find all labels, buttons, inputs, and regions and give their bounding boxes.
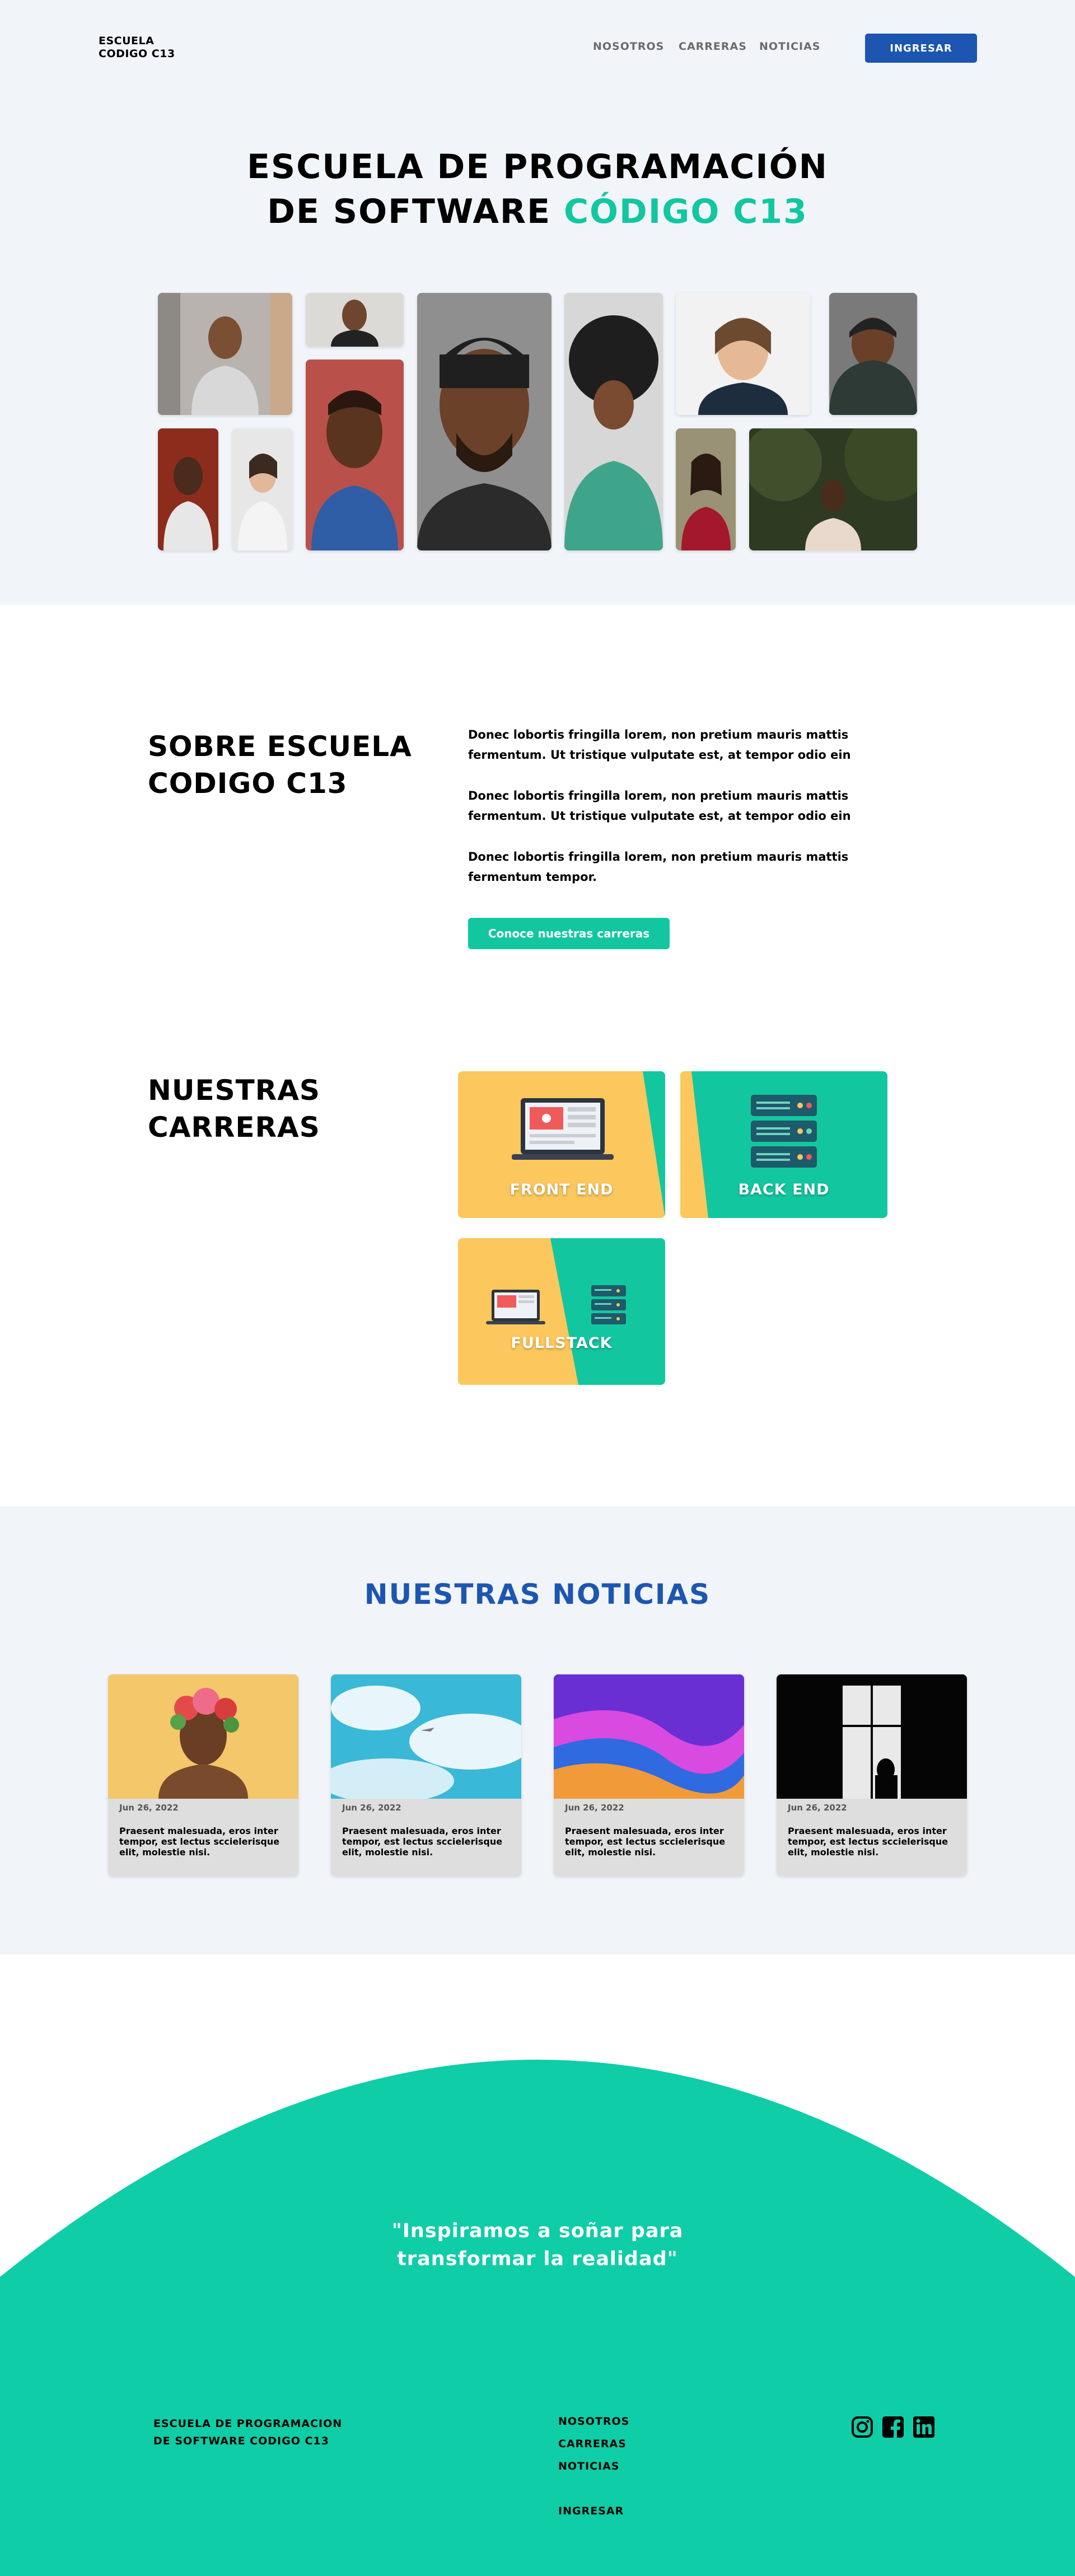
career-label-frontend: FRONT END <box>510 1181 614 1198</box>
news-excerpt: Praesent malesuada, eros inter tempor, e… <box>342 1826 503 1858</box>
about-paragraph: Donec lobortis fringilla lorem, non pret… <box>468 728 851 762</box>
news-date: Jun 26, 2022 <box>788 1803 847 1813</box>
portrait-photo <box>306 360 404 550</box>
about-title-line-2: CODIGO C13 <box>148 767 348 800</box>
portrait-photo <box>232 428 292 550</box>
careers-title: NUESTRAS CARRERAS <box>148 1072 320 1146</box>
news-image <box>777 1674 967 1799</box>
about-paragraph: Donec lobortis fringilla lorem, non pret… <box>468 850 849 884</box>
footer-link-noticias[interactable]: NOTICIAS <box>558 2460 620 2472</box>
portrait-photo <box>829 293 917 415</box>
brand-line-2: CODIGO C13 <box>99 48 175 60</box>
hero-title-line-1: ESCUELA DE PROGRAMACIÓN <box>247 147 828 186</box>
portrait-photo <box>749 428 917 550</box>
hero-title: ESCUELA DE PROGRAMACIÓN DE SOFTWARE CÓDI… <box>0 144 1075 234</box>
footer-link-carreras[interactable]: CARRERAS <box>558 2438 627 2450</box>
laptop-icon <box>512 1098 614 1160</box>
server-icon <box>751 1095 817 1168</box>
career-card-fullstack[interactable]: FULLSTACK <box>458 1238 665 1385</box>
portrait-photo <box>158 293 292 415</box>
news-image <box>554 1674 744 1799</box>
news-image <box>108 1674 298 1799</box>
portrait-photo <box>417 293 551 550</box>
hero-section: ESCUELA CODIGO C13 NOSOTROS CARRERAS NOT… <box>0 0 1075 605</box>
career-label-fullstack: FULLSTACK <box>511 1334 613 1352</box>
about-paragraph: Donec lobortis fringilla lorem, non pret… <box>468 789 851 823</box>
nav-carreras[interactable]: CARRERAS <box>679 40 747 53</box>
about-title: SOBRE ESCUELA CODIGO C13 <box>148 728 412 802</box>
login-button[interactable]: INGRESAR <box>865 34 977 63</box>
footer-link-nosotros[interactable]: NOSOTROS <box>558 2415 629 2428</box>
news-title: NUESTRAS NOTICIAS <box>364 1578 711 1611</box>
brand-line-1: ESCUELA <box>99 35 155 47</box>
footer-link-ingresar[interactable]: INGRESAR <box>558 2505 624 2517</box>
hero-title-line-2: DE SOFTWARE CÓDIGO C13 <box>0 189 1075 234</box>
quote-line-2: transformar la realidad" <box>397 2248 678 2270</box>
linkedin-icon[interactable] <box>913 2416 935 2438</box>
footer: "Inspiramos a soñar para transformar la … <box>0 1954 1075 2576</box>
news-card[interactable]: Jun 26, 2022 Praesent malesuada, eros in… <box>554 1674 744 1876</box>
footer-quote: "Inspiramos a soñar para transformar la … <box>0 2217 1075 2273</box>
brand-logo[interactable]: ESCUELA CODIGO C13 <box>99 35 175 60</box>
footer-brand-line-2: DE SOFTWARE CODIGO C13 <box>153 2435 329 2447</box>
news-excerpt: Praesent malesuada, eros inter tempor, e… <box>119 1826 280 1858</box>
portrait-photo <box>306 293 404 347</box>
news-image <box>331 1674 521 1799</box>
portrait-photo <box>158 428 218 550</box>
news-excerpt: Praesent malesuada, eros inter tempor, e… <box>788 1826 948 1858</box>
news-excerpt: Praesent malesuada, eros inter tempor, e… <box>565 1826 726 1858</box>
quote-line-1: "Inspiramos a soñar para <box>391 2220 684 2242</box>
nav-noticias[interactable]: NOTICIAS <box>759 40 821 53</box>
footer-brand-line-1: ESCUELA DE PROGRAMACION <box>153 2418 343 2430</box>
career-card-frontend[interactable]: FRONT END <box>458 1071 665 1218</box>
instagram-icon[interactable] <box>851 2416 873 2438</box>
career-label-backend: BACK END <box>738 1181 830 1198</box>
hero-title-accent: CÓDIGO C13 <box>563 192 808 231</box>
news-card[interactable]: Jun 26, 2022 Praesent malesuada, eros in… <box>108 1674 298 1876</box>
careers-cta-button[interactable]: Conoce nuestras carreras <box>468 918 670 949</box>
news-date: Jun 26, 2022 <box>119 1803 179 1813</box>
server-icon <box>591 1285 626 1324</box>
about-title-line-1: SOBRE ESCUELA <box>148 730 412 763</box>
career-card-backend[interactable]: BACK END <box>680 1071 887 1218</box>
portrait-photo <box>564 293 663 550</box>
portrait-photo <box>676 293 810 415</box>
news-card[interactable]: Jun 26, 2022 Praesent malesuada, eros in… <box>331 1674 521 1876</box>
laptop-icon <box>486 1290 545 1324</box>
careers-title-line-1: NUESTRAS <box>148 1074 320 1107</box>
facebook-icon[interactable] <box>882 2416 904 2438</box>
footer-brand: ESCUELA DE PROGRAMACION DE SOFTWARE CODI… <box>153 2415 342 2450</box>
portrait-photo <box>676 428 736 550</box>
careers-title-line-2: CARRERAS <box>148 1111 320 1144</box>
nav-nosotros[interactable]: NOSOTROS <box>593 40 664 53</box>
news-date: Jun 26, 2022 <box>342 1803 401 1813</box>
hero-title-part: DE SOFTWARE <box>267 192 564 231</box>
news-section: NUESTRAS NOTICIAS Jun 26, 2022 Praesent … <box>0 1506 1075 1954</box>
news-card[interactable]: Jun 26, 2022 Praesent malesuada, eros in… <box>777 1674 967 1876</box>
news-date: Jun 26, 2022 <box>565 1803 624 1813</box>
